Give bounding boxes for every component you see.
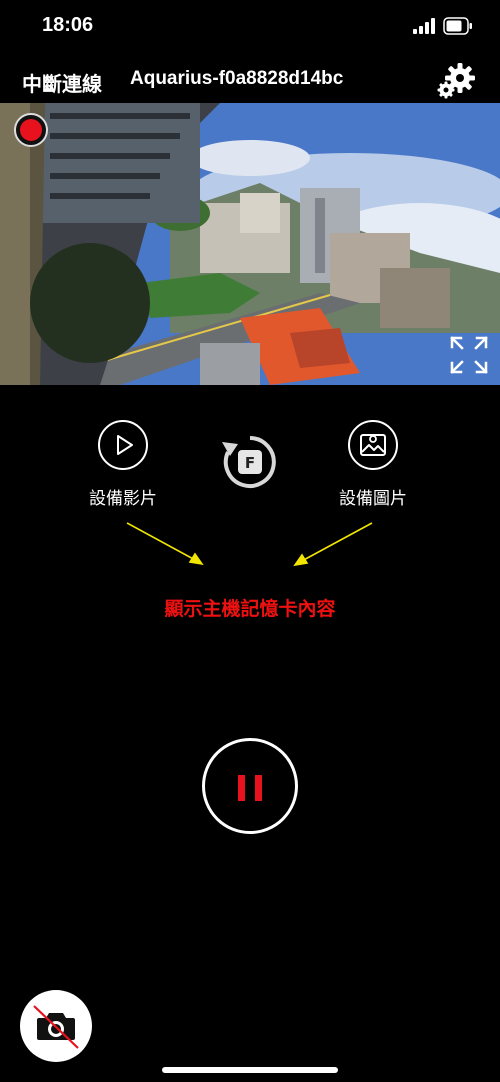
pause-button[interactable]: [202, 738, 298, 834]
battery-icon: [443, 17, 472, 35]
play-icon: [117, 435, 133, 455]
live-scene-image: [0, 103, 500, 385]
device-photo-label: 設備圖片: [339, 489, 407, 509]
rotate-badge-text: F: [245, 454, 255, 472]
disconnect-button[interactable]: 中斷連線: [22, 68, 102, 97]
rotate-f-icon[interactable]: F: [218, 430, 282, 494]
home-indicator: [162, 1067, 338, 1073]
camera-button[interactable]: [20, 990, 92, 1062]
recording-dot-icon: [14, 113, 48, 147]
device-name: Aquarius-f0a8828d14bc: [130, 68, 344, 89]
annotation-arrows: [126, 522, 373, 567]
image-icon: [360, 434, 386, 456]
live-camera-view[interactable]: [0, 103, 500, 385]
camera-disabled-icon: [33, 1005, 79, 1049]
device-video-label: 設備影片: [89, 489, 157, 509]
fullscreen-icon[interactable]: [448, 334, 490, 376]
cellular-signal-icon: [413, 18, 435, 34]
annotation-text: 顯示主機記憶卡內容: [164, 598, 336, 620]
status-time: 18:06: [42, 14, 94, 36]
device-photo-button[interactable]: [348, 420, 398, 470]
gear-icon[interactable]: [434, 60, 478, 100]
device-video-button[interactable]: [98, 420, 148, 470]
